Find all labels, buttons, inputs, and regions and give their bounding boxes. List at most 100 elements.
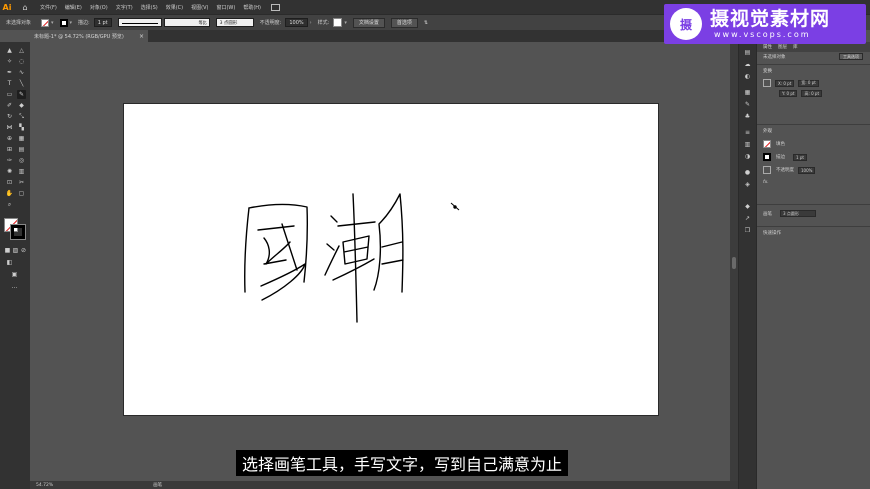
- canvas-area[interactable]: [30, 42, 730, 481]
- scale-tool-icon[interactable]: ⤡: [17, 112, 26, 121]
- fill-stroke-widget[interactable]: [4, 218, 26, 240]
- tab-properties[interactable]: 属性: [763, 44, 772, 50]
- stroke-swatch[interactable]: [59, 18, 68, 27]
- swatches-icon[interactable]: ▦: [743, 88, 752, 97]
- blend-tool-icon[interactable]: ◎: [17, 156, 26, 165]
- artboards-icon[interactable]: ❐: [743, 226, 752, 235]
- line-tool-icon[interactable]: ╲: [17, 79, 26, 88]
- type-tool-icon[interactable]: T: [5, 79, 14, 88]
- stroke-swatch-icon[interactable]: [763, 153, 771, 161]
- screen-mode-icon[interactable]: ▣: [10, 270, 19, 279]
- brush-definition-select[interactable]: 3 点圆形: [215, 18, 254, 27]
- chevron-down-icon[interactable]: ▾: [344, 20, 347, 26]
- direct-selection-tool-icon[interactable]: △: [17, 46, 26, 55]
- h-field[interactable]: 高: 0 pt: [801, 90, 823, 97]
- preferences-button[interactable]: 首选项: [390, 17, 418, 28]
- opacity-field[interactable]: 100%: [285, 18, 308, 27]
- graph-tool-icon[interactable]: ▥: [17, 167, 26, 176]
- print-tiling-icon[interactable]: ▢: [17, 189, 26, 198]
- tab-layers[interactable]: 图层: [778, 44, 787, 50]
- fx-button[interactable]: fx.: [763, 180, 769, 185]
- x-field[interactable]: X: 0 pt: [775, 79, 795, 87]
- menu-view[interactable]: 视图(V): [191, 4, 208, 11]
- paintbrush-tool-icon[interactable]: ✎: [17, 90, 26, 99]
- layers-icon[interactable]: ◆: [743, 202, 752, 211]
- menu-select[interactable]: 选择(S): [141, 4, 158, 11]
- stroke-weight-field[interactable]: 1 pt: [93, 18, 112, 27]
- properties-icon[interactable]: ▤: [743, 48, 752, 57]
- arrange-icon[interactable]: ⇅: [424, 20, 428, 26]
- style-swatch[interactable]: [333, 18, 343, 27]
- none-mode-icon[interactable]: ⊘: [19, 246, 28, 255]
- rotate-tool-icon[interactable]: ↻: [5, 112, 14, 121]
- chevron-right-icon[interactable]: ›: [310, 20, 312, 26]
- vertical-scrollbar[interactable]: [730, 42, 738, 481]
- document-setup-button[interactable]: 文档设置: [352, 17, 385, 28]
- symbol-sprayer-icon[interactable]: ✺: [5, 167, 14, 176]
- scroll-thumb[interactable]: [732, 257, 736, 269]
- menu-file[interactable]: 文件(F): [40, 4, 57, 11]
- more-tools-icon[interactable]: ···: [10, 284, 19, 293]
- stroke-box[interactable]: [10, 224, 26, 240]
- stroke-weight-field[interactable]: 1 pt: [793, 153, 807, 161]
- menu-help[interactable]: 帮助(H): [243, 4, 261, 11]
- curvature-tool-icon[interactable]: ∿: [17, 68, 26, 77]
- menu-window[interactable]: 窗口(W): [216, 4, 235, 11]
- chevron-down-icon[interactable]: ▾: [70, 20, 73, 26]
- graphic-styles-icon[interactable]: ◈: [743, 180, 752, 189]
- shape-builder-icon[interactable]: ⊕: [5, 134, 14, 143]
- eyedropper-icon[interactable]: ✑: [5, 156, 14, 165]
- watermark-banner: 摄 摄视觉素材网 www.vscops.com: [664, 4, 866, 44]
- menu-object[interactable]: 对象(O): [90, 4, 108, 11]
- fill-swatch[interactable]: [41, 18, 50, 27]
- y-field[interactable]: Y: 0 pt: [779, 90, 798, 97]
- w-field[interactable]: 宽: 0 pt: [798, 79, 819, 87]
- slice-tool-icon[interactable]: ✂: [17, 178, 26, 187]
- mesh-tool-icon[interactable]: ⊞: [5, 145, 14, 154]
- magic-wand-icon[interactable]: ✧: [5, 57, 14, 66]
- menu-type[interactable]: 文字(T): [116, 4, 133, 11]
- close-icon[interactable]: ×: [139, 33, 144, 40]
- menu-edit[interactable]: 编辑(E): [65, 4, 82, 11]
- export-icon[interactable]: ↗: [743, 214, 752, 223]
- pen-tool-icon[interactable]: ✒: [5, 68, 14, 77]
- gradient-panel-icon[interactable]: ▥: [743, 140, 752, 149]
- brush-select[interactable]: 3 点圆形: [780, 210, 816, 217]
- perspective-grid-icon[interactable]: ▦: [17, 134, 26, 143]
- menu-effect[interactable]: 效果(C): [166, 4, 183, 11]
- tab-libraries[interactable]: 库: [793, 44, 798, 50]
- free-transform-icon[interactable]: ▚: [17, 123, 26, 132]
- lasso-icon[interactable]: ◌: [17, 57, 26, 66]
- width-tool-icon[interactable]: ⋈: [5, 123, 14, 132]
- transparency-icon[interactable]: ◑: [743, 152, 752, 161]
- chevron-down-icon[interactable]: ▾: [51, 20, 54, 26]
- brushes-icon[interactable]: ✎: [743, 100, 752, 109]
- document-tab[interactable]: 未标题-1* @ 54.72% (RGB/GPU 预览) ×: [30, 30, 148, 42]
- quick-actions-header: 快速操作: [763, 231, 781, 236]
- tool-options-button[interactable]: 工具选项: [839, 53, 863, 60]
- variable-width-profile[interactable]: [117, 18, 162, 27]
- stroke-panel-icon[interactable]: ≡: [743, 128, 752, 137]
- zoom-tool-icon[interactable]: ⌕: [5, 200, 14, 209]
- rectangle-tool-icon[interactable]: ▭: [5, 90, 14, 99]
- shaper-tool-icon[interactable]: ✐: [5, 101, 14, 110]
- opacity-field[interactable]: 100%: [798, 166, 816, 174]
- libraries-icon[interactable]: ☁: [743, 60, 752, 69]
- fill-none-icon[interactable]: [763, 140, 771, 148]
- color-icon[interactable]: ◐: [743, 72, 752, 81]
- app-logo: Ai: [0, 0, 14, 14]
- appearance-icon[interactable]: ●: [743, 168, 752, 177]
- home-icon[interactable]: ⌂: [18, 0, 32, 14]
- eraser-tool-icon[interactable]: ◆: [17, 101, 26, 110]
- hand-tool-icon[interactable]: ✋: [5, 189, 14, 198]
- gradient-tool-icon[interactable]: ▤: [17, 145, 26, 154]
- selection-tool-icon[interactable]: ▲: [5, 46, 14, 55]
- artboard-tool-icon[interactable]: ⊡: [5, 178, 14, 187]
- uniform-profile[interactable]: 等比: [163, 18, 210, 27]
- zoom-field[interactable]: 54.72%: [36, 483, 53, 488]
- reference-point-icon[interactable]: [763, 79, 771, 87]
- draw-mode-icon[interactable]: ◧: [5, 258, 14, 267]
- workspace-switcher-icon[interactable]: [271, 3, 280, 11]
- symbols-icon[interactable]: ♣: [743, 112, 752, 121]
- artboard[interactable]: [123, 103, 659, 416]
